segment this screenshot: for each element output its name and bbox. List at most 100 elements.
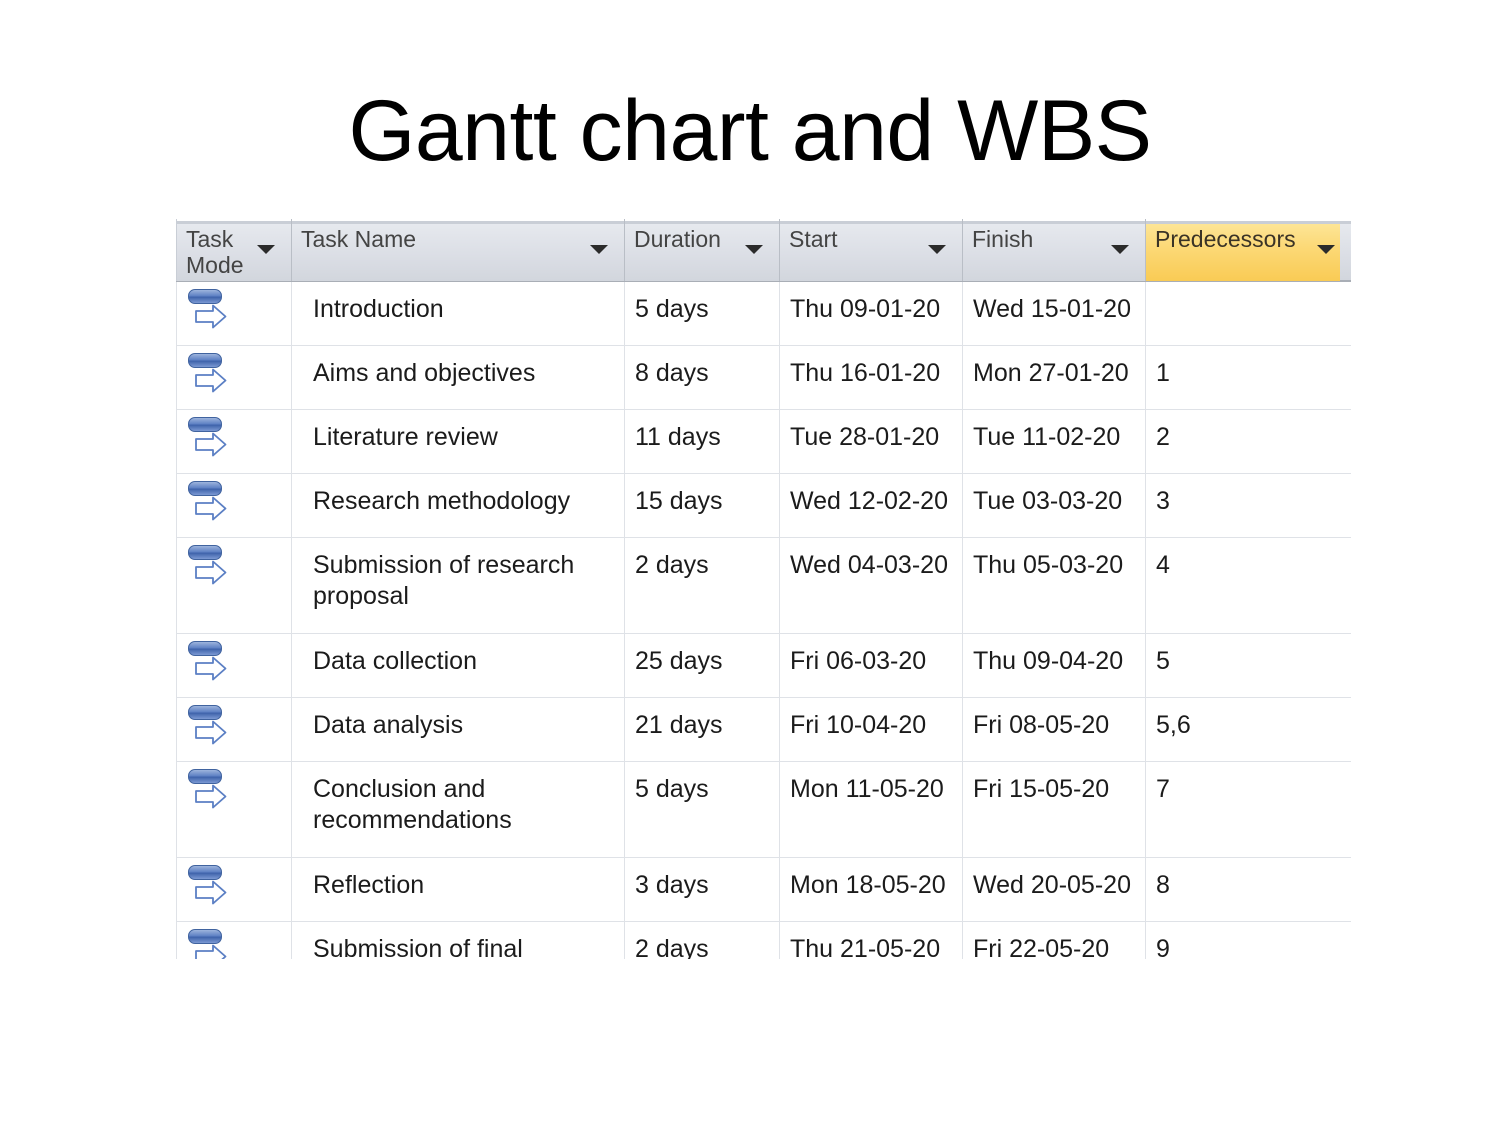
cell-duration[interactable]: 2 days xyxy=(624,921,780,959)
table-row[interactable]: Submission of final research report 2 day… xyxy=(176,921,1351,959)
cell-task-mode[interactable] xyxy=(176,537,292,634)
filter-dropdown-arrow-icon[interactable] xyxy=(590,245,608,254)
cell-task-name[interactable]: Submission of final research report xyxy=(291,921,625,959)
cell-start[interactable]: Mon 11-05-20 xyxy=(779,761,963,858)
predecessors-text: 5,6 xyxy=(1156,710,1191,739)
cell-duration[interactable]: 25 days xyxy=(624,633,780,698)
cell-duration[interactable]: 3 days xyxy=(624,857,780,922)
cell-task-name[interactable]: Conclusion and recommendations xyxy=(291,761,625,858)
column-header-predecessors[interactable]: Predecessors xyxy=(1145,219,1351,282)
cell-task-name[interactable]: Introduction xyxy=(291,281,625,346)
cell-finish[interactable]: Wed 15-01-20 xyxy=(962,281,1146,346)
cell-task-name[interactable]: Data analysis xyxy=(291,697,625,762)
cell-duration[interactable]: 5 days xyxy=(624,281,780,346)
table-row[interactable]: Research methodology 15 days Wed 12-02-20 T… xyxy=(176,473,1351,538)
cell-task-mode[interactable] xyxy=(176,409,292,474)
cell-predecessors[interactable]: 5 xyxy=(1145,633,1351,698)
auto-scheduled-icon[interactable] xyxy=(187,704,239,751)
auto-scheduled-icon[interactable] xyxy=(187,416,239,463)
cell-finish[interactable]: Thu 09-04-20 xyxy=(962,633,1146,698)
cell-task-name[interactable]: Reflection xyxy=(291,857,625,922)
cell-start[interactable]: Wed 04-03-20 xyxy=(779,537,963,634)
cell-finish[interactable]: Fri 22-05-20 xyxy=(962,921,1146,959)
cell-predecessors[interactable]: 7 xyxy=(1145,761,1351,858)
cell-start[interactable]: Fri 10-04-20 xyxy=(779,697,963,762)
table-row[interactable]: Reflection 3 days Mon 18-05-20 Wed 20-05-20… xyxy=(176,857,1351,922)
filter-dropdown-arrow-icon[interactable] xyxy=(257,245,275,254)
column-header-task-name[interactable]: Task Name xyxy=(291,219,625,282)
start-date-text: Thu 09-01-20 xyxy=(790,294,941,323)
cell-predecessors[interactable] xyxy=(1145,281,1351,346)
cell-start[interactable]: Tue 28-01-20 xyxy=(779,409,963,474)
cell-task-mode[interactable] xyxy=(176,697,292,762)
table-row[interactable]: Aims and objectives 8 days Thu 16-01-20 Mon… xyxy=(176,345,1351,410)
cell-predecessors[interactable]: 9 xyxy=(1145,921,1351,959)
auto-scheduled-icon[interactable] xyxy=(187,928,239,959)
cell-start[interactable]: Thu 21-05-20 xyxy=(779,921,963,959)
auto-scheduled-icon[interactable] xyxy=(187,544,239,591)
right-arrow-shape xyxy=(195,304,227,328)
cell-predecessors[interactable]: 1 xyxy=(1145,345,1351,410)
cell-duration[interactable]: 2 days xyxy=(624,537,780,634)
cell-start[interactable]: Thu 16-01-20 xyxy=(779,345,963,410)
auto-scheduled-icon[interactable] xyxy=(187,352,239,399)
column-header-start[interactable]: Start xyxy=(779,219,963,282)
cell-task-name[interactable]: Submission of research proposal xyxy=(291,537,625,634)
finish-date-text: Mon 27-01-20 xyxy=(973,358,1129,387)
cell-start[interactable]: Thu 09-01-20 xyxy=(779,281,963,346)
cell-finish[interactable]: Mon 27-01-20 xyxy=(962,345,1146,410)
cell-predecessors[interactable]: 3 xyxy=(1145,473,1351,538)
table-row[interactable]: Conclusion and recommendations 5 days Mon … xyxy=(176,761,1351,858)
table-row[interactable]: Literature review 11 days Tue 28-01-20 Tue … xyxy=(176,409,1351,474)
cell-finish[interactable]: Tue 11-02-20 xyxy=(962,409,1146,474)
cell-predecessors[interactable]: 8 xyxy=(1145,857,1351,922)
cell-task-name[interactable]: Literature review xyxy=(291,409,625,474)
predecessors-text: 4 xyxy=(1156,550,1170,579)
auto-scheduled-icon[interactable] xyxy=(187,768,239,815)
table-row[interactable]: Submission of research proposal 2 days Wed… xyxy=(176,537,1351,634)
cell-duration[interactable]: 15 days xyxy=(624,473,780,538)
cell-predecessors[interactable]: 5,6 xyxy=(1145,697,1351,762)
column-header-finish[interactable]: Finish xyxy=(962,219,1146,282)
auto-scheduled-icon[interactable] xyxy=(187,288,239,335)
cell-start[interactable]: Fri 06-03-20 xyxy=(779,633,963,698)
cell-finish[interactable]: Tue 03-03-20 xyxy=(962,473,1146,538)
cell-task-mode[interactable] xyxy=(176,473,292,538)
cell-task-mode[interactable] xyxy=(176,857,292,922)
auto-scheduled-icon[interactable] xyxy=(187,480,239,527)
cell-finish[interactable]: Fri 08-05-20 xyxy=(962,697,1146,762)
task-table: Task Mode Task Name Duration Start Finis… xyxy=(176,219,1351,959)
column-header-duration[interactable]: Duration xyxy=(624,219,780,282)
cell-finish[interactable]: Thu 05-03-20 xyxy=(962,537,1146,634)
cell-finish[interactable]: Wed 20-05-20 xyxy=(962,857,1146,922)
table-row[interactable]: Data collection 25 days Fri 06-03-20 Thu 09… xyxy=(176,633,1351,698)
slide: Gantt chart and WBS Task Mode Task Name xyxy=(0,0,1500,1125)
auto-scheduled-icon[interactable] xyxy=(187,864,239,911)
cell-predecessors[interactable]: 2 xyxy=(1145,409,1351,474)
cell-task-mode[interactable] xyxy=(176,761,292,858)
cell-task-name[interactable]: Research methodology xyxy=(291,473,625,538)
filter-dropdown-arrow-icon[interactable] xyxy=(1111,245,1129,254)
cell-duration[interactable]: 21 days xyxy=(624,697,780,762)
cell-start[interactable]: Mon 18-05-20 xyxy=(779,857,963,922)
column-header-task-mode[interactable]: Task Mode xyxy=(176,219,292,282)
cell-start[interactable]: Wed 12-02-20 xyxy=(779,473,963,538)
cell-finish[interactable]: Fri 15-05-20 xyxy=(962,761,1146,858)
filter-dropdown-arrow-icon[interactable] xyxy=(928,245,946,254)
cell-task-mode[interactable] xyxy=(176,345,292,410)
cell-task-mode[interactable] xyxy=(176,281,292,346)
cell-duration[interactable]: 5 days xyxy=(624,761,780,858)
cell-task-name[interactable]: Aims and objectives xyxy=(291,345,625,410)
table-row[interactable]: Introduction 5 days Thu 09-01-20 Wed 15-01-… xyxy=(176,281,1351,346)
auto-scheduled-icon[interactable] xyxy=(187,640,239,687)
cell-task-mode[interactable] xyxy=(176,921,292,959)
cell-task-mode[interactable] xyxy=(176,633,292,698)
filter-dropdown-arrow-icon[interactable] xyxy=(745,245,763,254)
cell-predecessors[interactable]: 4 xyxy=(1145,537,1351,634)
cell-task-name[interactable]: Data collection xyxy=(291,633,625,698)
cell-duration[interactable]: 11 days xyxy=(624,409,780,474)
filter-dropdown-arrow-icon[interactable] xyxy=(1317,245,1335,254)
cell-duration[interactable]: 8 days xyxy=(624,345,780,410)
finish-date-text: Wed 20-05-20 xyxy=(973,870,1131,899)
table-row[interactable]: Data analysis 21 days Fri 10-04-20 Fri 08-0… xyxy=(176,697,1351,762)
